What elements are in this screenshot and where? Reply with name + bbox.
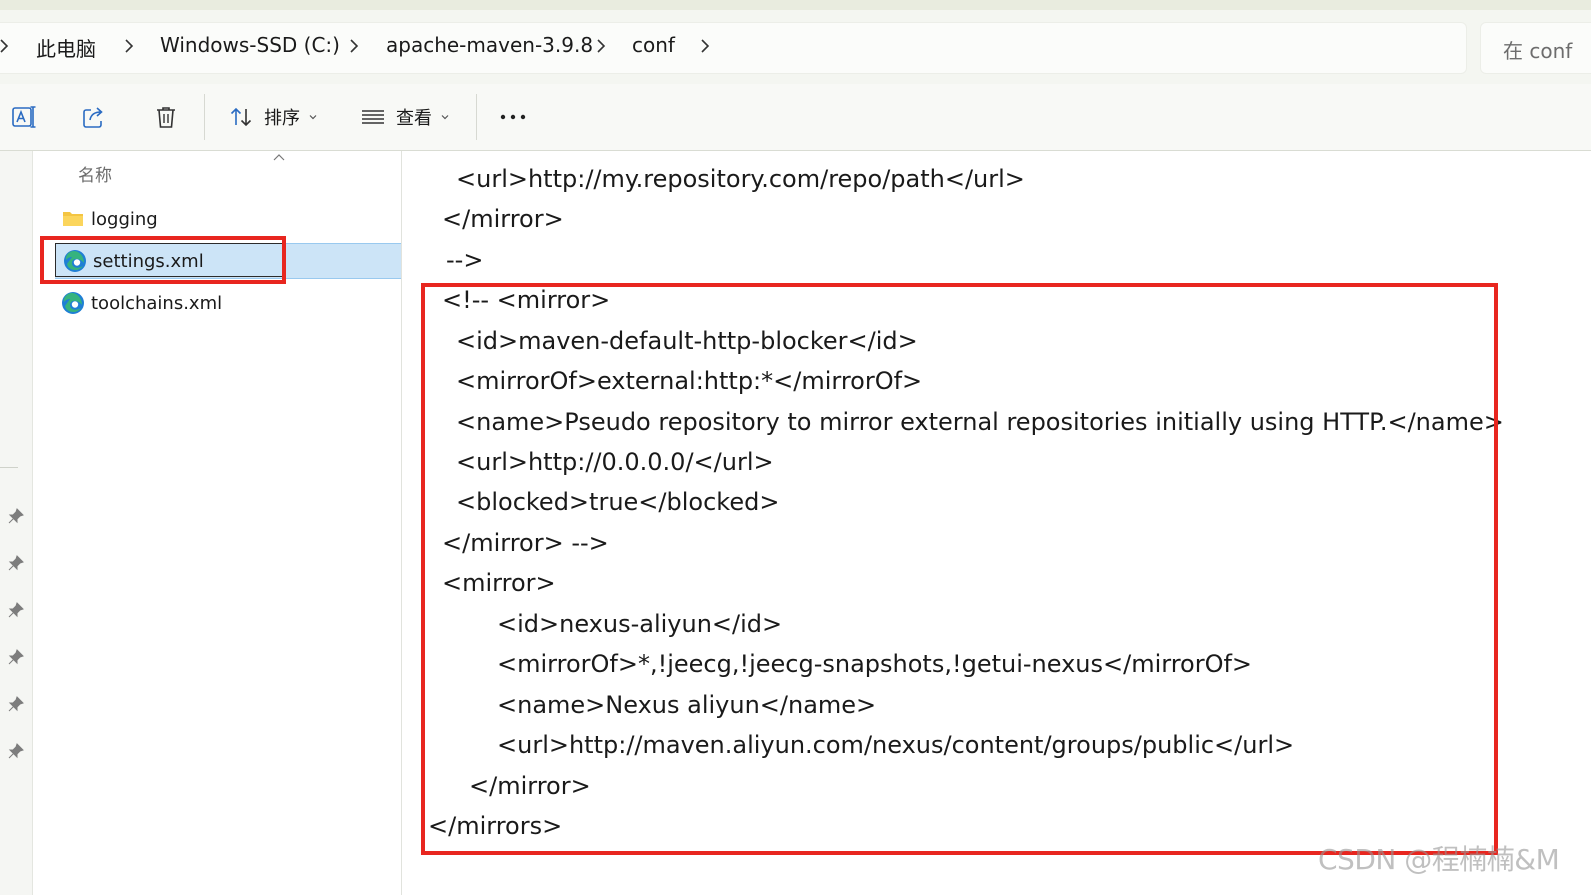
nav-divider	[0, 467, 18, 468]
more-icon	[498, 104, 528, 130]
code-line: <name>Pseudo repository to mirror extern…	[456, 408, 1504, 436]
pin-icon[interactable]	[7, 695, 25, 713]
chevron-down-icon	[441, 115, 449, 120]
share-icon	[80, 103, 108, 131]
code-line: <!-- <mirror>	[442, 286, 611, 314]
file-explorer-window: 此电脑 Windows-SSD (C:) apache-maven-3.9.8 …	[0, 0, 1591, 895]
code-line: <name>Nexus aliyun</name>	[497, 691, 877, 719]
delete-button[interactable]	[152, 98, 180, 136]
code-line: </mirrors>	[428, 812, 563, 840]
breadcrumb-item-maven[interactable]: apache-maven-3.9.8	[386, 33, 593, 57]
pin-icon[interactable]	[7, 554, 25, 572]
rename-icon	[10, 103, 38, 131]
preview-pane: <url>http://my.repository.com/repo/path<…	[401, 151, 1591, 895]
watermark: CSDN @程楠楠&M	[1318, 843, 1560, 876]
code-line: <id>nexus-aliyun</id>	[497, 610, 783, 638]
view-icon	[360, 104, 386, 130]
breadcrumb-item-drive[interactable]: Windows-SSD (C:)	[160, 33, 340, 57]
share-button[interactable]	[80, 98, 108, 136]
toolbar-separator	[204, 94, 205, 140]
code-line: <blocked>true</blocked>	[456, 488, 780, 516]
file-name: toolchains.xml	[91, 292, 223, 314]
code-line: <mirrorOf>external:http:*</mirrorOf>	[456, 367, 923, 395]
code-line: </mirror>	[469, 772, 591, 800]
delete-icon	[152, 103, 180, 131]
chevron-right-icon[interactable]	[121, 36, 137, 56]
command-bar: 排序 查看	[0, 84, 1591, 151]
sort-ascending-icon	[273, 154, 285, 161]
code-line: </mirror>	[442, 205, 564, 233]
code-line: <url>http://0.0.0.0/</url>	[456, 448, 774, 476]
folder-icon	[63, 212, 83, 226]
toolbar-separator	[476, 94, 477, 140]
breadcrumb-item-conf[interactable]: conf	[632, 33, 675, 57]
sort-icon	[228, 104, 254, 130]
search-input[interactable]: 在 conf	[1480, 22, 1591, 74]
file-name: settings.xml	[93, 250, 204, 272]
code-line: <mirrorOf>*,!jeecg,!jeecg-snapshots,!get…	[497, 650, 1253, 678]
rename-button[interactable]	[10, 98, 38, 136]
code-line: -->	[446, 246, 484, 274]
code-line: <mirror>	[442, 569, 556, 597]
list-item-selected[interactable]: settings.xml	[55, 243, 401, 279]
edge-xml-file-icon	[64, 250, 86, 272]
list-item[interactable]: toolchains.xml	[53, 285, 401, 321]
chevron-right-icon[interactable]	[0, 36, 12, 56]
pin-icon[interactable]	[7, 601, 25, 619]
chevron-down-icon	[309, 115, 317, 120]
breadcrumb-item-this-pc[interactable]: 此电脑	[36, 33, 96, 62]
list-item[interactable]: logging	[53, 201, 401, 237]
more-options-button[interactable]	[498, 98, 528, 136]
search-placeholder: 在 conf	[1503, 39, 1573, 63]
window-top-strip	[0, 0, 1591, 10]
code-line: <id>maven-default-http-blocker</id>	[456, 327, 918, 355]
chevron-right-icon[interactable]	[697, 36, 713, 56]
code-line: </mirror> -->	[442, 529, 609, 557]
sort-label: 排序	[264, 108, 300, 129]
navigation-pane	[0, 151, 33, 895]
sort-button[interactable]: 排序	[228, 98, 318, 136]
edge-xml-file-icon	[62, 292, 84, 314]
view-label: 查看	[396, 108, 432, 129]
file-list: 名称 logging settings.xml toolchains.xml	[33, 151, 401, 895]
code-line: <url>http://my.repository.com/repo/path<…	[456, 165, 1025, 193]
address-bar: 此电脑 Windows-SSD (C:) apache-maven-3.9.8 …	[0, 10, 1591, 85]
pin-icon[interactable]	[7, 648, 25, 666]
view-button[interactable]: 查看	[360, 98, 450, 136]
chevron-right-icon[interactable]	[593, 36, 609, 56]
code-line: <url>http://maven.aliyun.com/nexus/conte…	[497, 731, 1295, 759]
file-name: logging	[91, 208, 158, 230]
pin-icon[interactable]	[7, 742, 25, 760]
chevron-right-icon[interactable]	[346, 36, 362, 56]
column-header-name[interactable]: 名称	[78, 161, 112, 186]
pin-icon[interactable]	[7, 507, 25, 525]
